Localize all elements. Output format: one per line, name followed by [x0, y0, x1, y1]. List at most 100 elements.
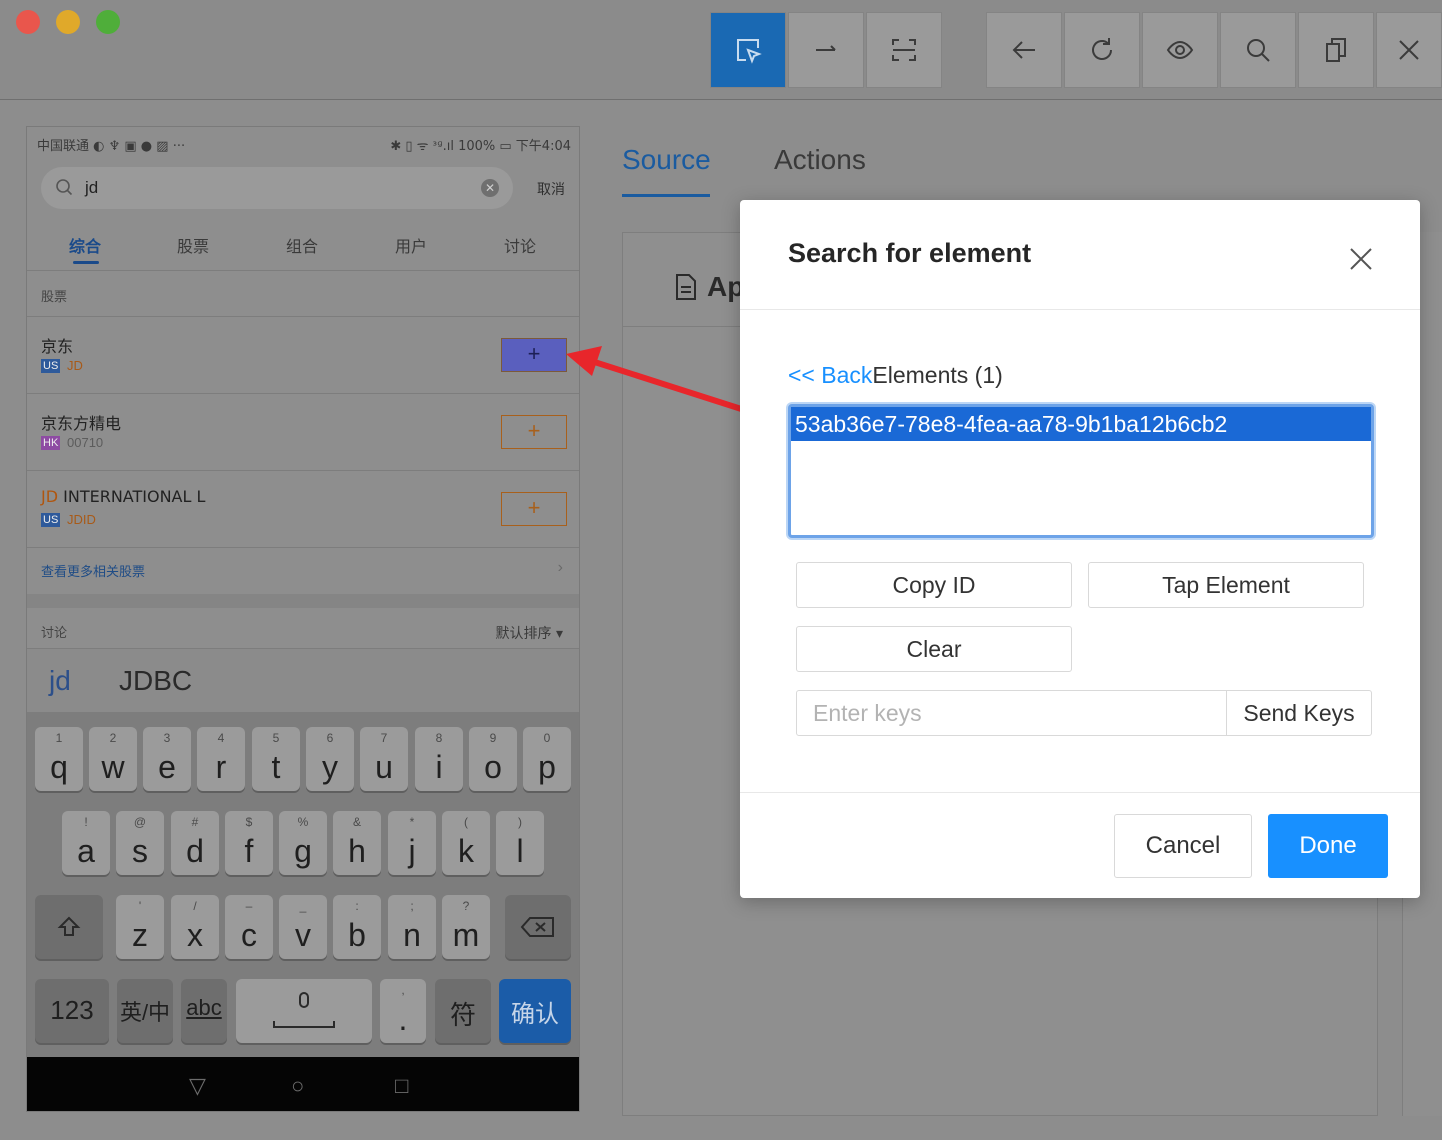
enter-keys-input[interactable]	[796, 690, 1228, 736]
key-p[interactable]: 0p	[523, 727, 571, 791]
tab-source[interactable]: Source	[622, 144, 711, 176]
add-stock-button[interactable]: +	[501, 492, 567, 526]
key-f[interactable]: $ f	[225, 811, 273, 875]
done-button[interactable]: Done	[1268, 814, 1388, 878]
key-b[interactable]: :b	[333, 895, 381, 959]
key-h[interactable]: & h	[333, 811, 381, 875]
language-key[interactable]: 英/中	[117, 979, 173, 1043]
key-v[interactable]: _ v	[279, 895, 327, 959]
numbers-key[interactable]: 123	[35, 979, 109, 1043]
backspace-icon	[520, 917, 554, 937]
key-r[interactable]: 4r	[197, 727, 245, 791]
select-element-icon	[737, 39, 762, 64]
file-icon	[676, 274, 696, 300]
key-u[interactable]: 7u	[360, 727, 408, 791]
key-w[interactable]: 2w	[89, 727, 137, 791]
select-element-button[interactable]	[710, 12, 786, 88]
copy-icon	[1326, 38, 1346, 62]
abc-key[interactable]: abc	[181, 979, 227, 1043]
stock-row[interactable]: 京东方精电 HK 00710 +	[27, 394, 579, 471]
key-y[interactable]: 6y	[306, 727, 354, 791]
nav-recents-icon[interactable]: □	[395, 1073, 408, 1099]
stock-code: JD	[67, 358, 83, 373]
search-icon	[1247, 39, 1270, 62]
stock-code: 00710	[67, 435, 104, 450]
shift-key[interactable]	[35, 895, 103, 959]
app-window: 中国联通 ◐ ♆ ▣ ● ▨ ··· ✱ ▯ ᯤ ᶟᶢ.ıl 100% ▭ 下午…	[0, 0, 1442, 1140]
search-icon	[56, 179, 73, 196]
clear-search-icon[interactable]: ✕	[481, 179, 499, 197]
key-k[interactable]: (k	[442, 811, 490, 875]
elements-list[interactable]: 53ab36e7-78e8-4fea-aa78-9b1ba12b6cb2	[788, 404, 1374, 538]
phone-search-bar[interactable]: jd ✕	[41, 167, 513, 209]
key-o[interactable]: 9o	[469, 727, 517, 791]
cancel-button[interactable]: Cancel	[1114, 814, 1252, 878]
stock-row[interactable]: JD INTERNATIONAL L US JDID +	[27, 471, 579, 548]
more-stocks-link[interactable]: 查看更多相关股票	[41, 561, 145, 580]
quit-session-button[interactable]	[1376, 12, 1442, 88]
eye-icon	[1166, 40, 1194, 60]
symbols-key[interactable]: 符	[435, 979, 491, 1043]
key-e[interactable]: 3e	[143, 727, 191, 791]
tap-element-button[interactable]: Tap Element	[1088, 562, 1364, 608]
phone-cancel-button[interactable]: 取消	[537, 179, 565, 199]
key-n[interactable]: ; n	[388, 895, 436, 959]
show-hide-button[interactable]	[1142, 12, 1218, 88]
close-window-button[interactable]	[16, 10, 40, 34]
search-button[interactable]	[1220, 12, 1296, 88]
key-a[interactable]: ! a	[62, 811, 110, 875]
zoom-window-button[interactable]	[96, 10, 120, 34]
phone-tab[interactable]: 综合	[69, 233, 101, 257]
ime-suggestion[interactable]: JDBC	[119, 665, 192, 697]
phone-tab-indicator	[73, 261, 99, 264]
phone-tab[interactable]: 股票	[177, 233, 209, 257]
confirm-key[interactable]: 确认	[499, 979, 571, 1043]
close-icon[interactable]	[1344, 242, 1378, 276]
refresh-button[interactable]	[1064, 12, 1140, 88]
title-bar	[0, 0, 1442, 100]
nav-back-icon[interactable]: ▽	[189, 1073, 206, 1099]
phone-tab[interactable]: 用户	[395, 233, 427, 257]
key-x[interactable]: / x	[171, 895, 219, 959]
key-d[interactable]: # d	[171, 811, 219, 875]
key-g[interactable]: % g	[279, 811, 327, 875]
stock-name: 京东	[41, 337, 74, 356]
nav-home-icon[interactable]: ○	[291, 1073, 304, 1099]
back-link[interactable]: << Back	[788, 362, 872, 388]
modal-header: Search for element	[740, 200, 1420, 310]
stock-name: 京东方精电	[41, 414, 122, 433]
key-s[interactable]: @ s	[116, 811, 164, 875]
phone-search-query[interactable]: jd	[85, 178, 98, 198]
copy-xml-button[interactable]	[1298, 12, 1374, 88]
key-m[interactable]: ? m	[442, 895, 490, 959]
key-z[interactable]: ' z	[116, 895, 164, 959]
key-l[interactable]: ) l	[496, 811, 544, 875]
tab-indicator	[622, 194, 710, 197]
stock-row[interactable]: 京东 US JD +	[27, 317, 579, 394]
clear-button[interactable]: Clear	[796, 626, 1072, 672]
minimize-window-button[interactable]	[56, 10, 80, 34]
add-stock-button[interactable]: +	[501, 415, 567, 449]
space-key[interactable]	[236, 979, 372, 1043]
add-stock-button[interactable]: +	[501, 338, 567, 372]
key-q[interactable]: 1q	[35, 727, 83, 791]
phone-tab[interactable]: 组合	[286, 233, 318, 257]
ime-suggestion[interactable]: jd	[49, 665, 71, 697]
back-button[interactable]	[986, 12, 1062, 88]
period-key[interactable]: ,.	[380, 979, 426, 1043]
key-i[interactable]: 8i	[415, 727, 463, 791]
copy-id-button[interactable]: Copy ID	[796, 562, 1072, 608]
key-c[interactable]: – c	[225, 895, 273, 959]
sort-dropdown[interactable]: 默认排序 ▾	[496, 623, 563, 643]
send-keys-button[interactable]: Send Keys	[1226, 690, 1372, 736]
device-screenshot[interactable]: 中国联通 ◐ ♆ ▣ ● ▨ ··· ✱ ▯ ᯤ ᶟᶢ.ıl 100% ▭ 下午…	[26, 126, 580, 1112]
tab-actions[interactable]: Actions	[774, 144, 866, 176]
key-j[interactable]: * j	[388, 811, 436, 875]
backspace-key[interactable]	[505, 895, 571, 959]
phone-tab[interactable]: 讨论	[504, 233, 536, 257]
list-item[interactable]: 53ab36e7-78e8-4fea-aa78-9b1ba12b6cb2	[791, 407, 1371, 441]
swipe-button[interactable]	[788, 12, 864, 88]
key-t[interactable]: 5t	[252, 727, 300, 791]
phone-tab-bar: 综合 股票 组合 用户 讨论	[27, 227, 579, 267]
screenshot-area-button[interactable]	[866, 12, 942, 88]
